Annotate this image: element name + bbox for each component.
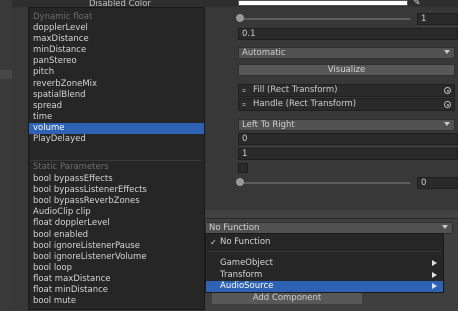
navigation-mode-value: Automatic (242, 48, 286, 58)
menu-item-volume[interactable]: volume (29, 122, 204, 134)
disabled-color-swatch[interactable] (238, 0, 408, 6)
chevron-right-icon (432, 260, 437, 266)
left-gutter-marker (0, 70, 12, 79)
submenu-item-label: Transform (220, 269, 263, 280)
parameter-popup-menu: Dynamic float Static Parameters dopplerL… (28, 7, 205, 310)
menu-item-static-bool-ignorelistenervolume[interactable]: bool ignoreListenerVolume (29, 252, 204, 263)
menu-item-static-bool-bypasslistenereffects[interactable]: bool bypassListenerEffects (29, 185, 204, 196)
menu-item-maxdistance[interactable]: maxDistance (29, 34, 204, 45)
left-gutter (0, 0, 12, 310)
max-value-field[interactable]: 1 (238, 148, 458, 160)
menu-item-time[interactable]: time (29, 112, 204, 123)
slider-value-field[interactable]: 1 (417, 13, 458, 25)
visualize-button[interactable]: Visualize (238, 64, 455, 76)
chevron-right-icon (432, 271, 437, 278)
menu-item-static-bool-ignorelistenerpause[interactable]: bool ignoreListenerPause (29, 241, 204, 252)
submenu-item-label: AudioSource (220, 281, 274, 291)
submenu-separator (208, 251, 441, 252)
value-slider-handle[interactable] (236, 178, 244, 186)
direction-value: Left To Right (242, 120, 295, 130)
menu-header-static: Static Parameters (33, 162, 109, 172)
menu-item-static-bool-bypassreverbzones[interactable]: bool bypassReverbZones (29, 196, 204, 207)
menu-header-dynamic: Dynamic float (33, 12, 93, 22)
menu-item-spread[interactable]: spread (29, 101, 204, 112)
handle-rect-label: Handle (Rect Transform) (253, 99, 357, 109)
object-picker-icon[interactable] (444, 87, 451, 94)
submenu-item-transform[interactable]: Transform (206, 270, 443, 281)
menu-item-spatialblend[interactable]: spatialBlend (29, 90, 204, 101)
menu-item-static-audioclip-clip[interactable]: AudioClip clip (29, 207, 204, 218)
menu-item-static-float-mindistance[interactable]: float minDistance (29, 285, 204, 296)
submenu-item-label: GameObject (220, 258, 273, 268)
menu-item-static-bool-bypasseffects[interactable]: bool bypassEffects (29, 174, 204, 185)
menu-item-static-bool-loop[interactable]: bool loop (29, 263, 204, 274)
menu-item-dopplerlevel[interactable]: dopplerLevel (29, 23, 204, 34)
chevron-down-icon (444, 50, 450, 54)
add-component-button[interactable]: Add Component (212, 292, 362, 304)
slider-handle[interactable] (236, 14, 244, 22)
menu-item-mindistance[interactable]: minDistance (29, 45, 204, 56)
chevron-down-icon (442, 225, 448, 229)
menu-item-playdelayed[interactable]: PlayDelayed (29, 134, 204, 145)
float-field[interactable]: 0.1 (238, 28, 458, 40)
min-value-field[interactable]: 0 (238, 133, 458, 145)
value-slider-track[interactable] (240, 182, 410, 184)
rect-transform-icon: ⌗ (242, 101, 246, 109)
menu-item-static-float-maxdistance[interactable]: float maxDistance (29, 274, 204, 285)
submenu-item-label: No Function (220, 237, 271, 247)
eyedropper-icon[interactable]: ✎ (413, 0, 423, 8)
event-header (205, 210, 458, 218)
submenu-item-audiosource[interactable]: AudioSource (206, 281, 443, 292)
direction-dropdown[interactable]: Left To Right (238, 119, 455, 131)
menu-separator (31, 160, 202, 161)
value-field[interactable]: 0 (417, 177, 458, 189)
handle-rect-field[interactable]: ⌗ Handle (Rect Transform) (238, 98, 455, 111)
submenu-item-gameobject[interactable]: GameObject (206, 258, 443, 269)
whole-numbers-checkbox[interactable] (238, 163, 248, 173)
fill-rect-field[interactable]: ⌗ Fill (Rect Transform) (238, 84, 455, 97)
chevron-right-icon (432, 283, 437, 289)
slider-track[interactable] (240, 18, 410, 20)
menu-item-panstereo[interactable]: panStereo (29, 56, 204, 67)
rect-transform-icon: ⌗ (242, 87, 246, 95)
menu-item-static-float-dopplerlevel[interactable]: float dopplerLevel (29, 218, 204, 229)
chevron-down-icon (444, 122, 450, 126)
navigation-mode-dropdown[interactable]: Automatic (238, 47, 455, 59)
submenu-item-no-function[interactable]: ✓ No Function (206, 237, 443, 248)
object-picker-icon[interactable] (444, 101, 451, 108)
menu-item-reverbzonemix[interactable]: reverbZoneMix (29, 79, 204, 90)
menu-item-static-bool-enabled[interactable]: bool enabled (29, 230, 204, 241)
menu-item-static-bool-mute[interactable]: bool mute (29, 296, 204, 307)
function-dropdown-value: No Function (209, 223, 260, 233)
menu-item-pitch[interactable]: pitch (29, 67, 204, 78)
fill-rect-label: Fill (Rect Transform) (253, 85, 338, 95)
checkmark-icon: ✓ (210, 238, 217, 247)
function-submenu: ✓ No Function GameObject Transform AudioSo… (205, 233, 444, 293)
